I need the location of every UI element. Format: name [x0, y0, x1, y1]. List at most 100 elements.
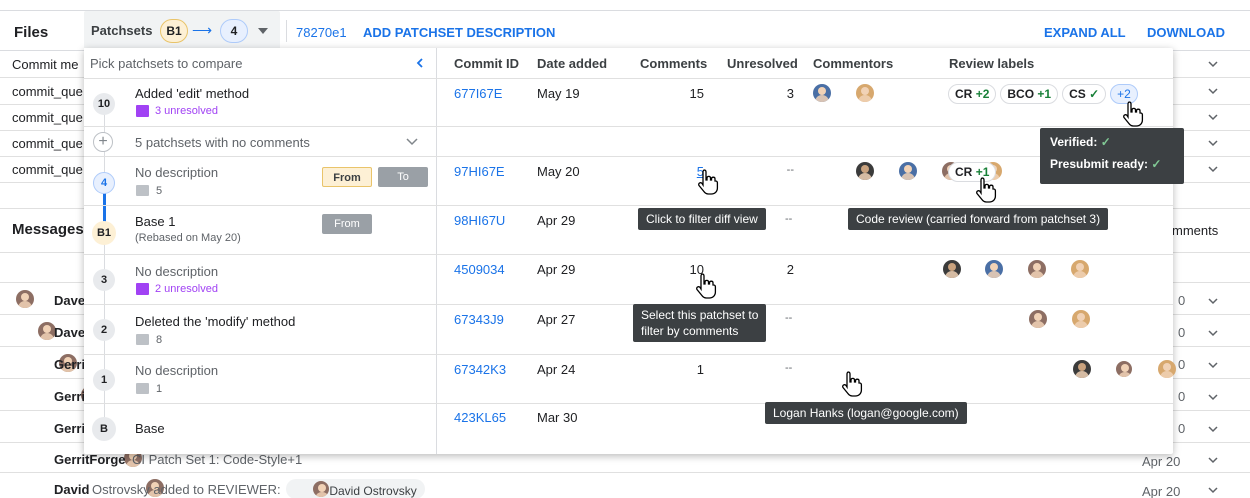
patchset-row[interactable]: 1 No description 1 — [84, 354, 436, 403]
unresolved-count: 2 unresolved — [155, 283, 218, 295]
left-right-divider — [436, 48, 437, 454]
message-author[interactable]: Gerri — [54, 389, 84, 404]
comment-icon — [136, 185, 149, 196]
file-row[interactable]: commit_que — [12, 84, 84, 99]
patchset-number: B1 — [92, 221, 116, 245]
verified-tooltip: Verified: ✓ Presubmit ready: ✓ — [1040, 128, 1184, 184]
message-author[interactable]: Gerri — [54, 357, 84, 372]
avatar[interactable] — [1070, 260, 1089, 278]
patchset-row[interactable]: 10 Added 'edit' method 3 unresolved — [84, 78, 436, 126]
avatar[interactable] — [1072, 360, 1091, 378]
patchset-title: Deleted the 'modify' method — [135, 314, 296, 329]
avatar[interactable] — [1029, 310, 1048, 328]
filter-diff-tooltip: Click to filter diff view — [638, 208, 766, 230]
from-button[interactable]: From — [322, 214, 372, 234]
avatar[interactable] — [985, 260, 1004, 278]
patchset-selector[interactable]: Patchsets B1 ⟶ 4 — [84, 11, 280, 51]
reviewer-chip-label: David Ostrovsky — [329, 484, 417, 498]
column-header-comments: Comments — [640, 56, 708, 71]
patchset-number: 2 — [93, 319, 115, 341]
chevron-down-icon[interactable] — [1206, 162, 1220, 176]
commit-id-link[interactable]: 4509034 — [454, 262, 505, 277]
to-button[interactable]: To — [378, 167, 428, 187]
commit-id-link[interactable]: 98HI67U — [454, 213, 505, 228]
chevron-down-icon[interactable] — [404, 135, 420, 149]
patchset-row[interactable]: B Base — [84, 403, 436, 454]
chevron-down-icon[interactable] — [1206, 422, 1220, 436]
patchset-title: Added 'edit' method — [135, 86, 250, 101]
comments-heading: mments — [1172, 223, 1219, 238]
date-added: May 19 — [537, 86, 580, 101]
expand-all-button[interactable]: EXPAND ALL — [1044, 25, 1126, 40]
file-row[interactable]: Commit me — [12, 57, 84, 72]
plus-icon: + — [93, 132, 113, 152]
avatar[interactable] — [1115, 360, 1134, 378]
message-author[interactable]: GerritForge — [54, 452, 126, 467]
chevron-down-icon[interactable] — [1206, 453, 1220, 467]
file-row[interactable]: commit_que — [12, 162, 84, 177]
patchset-title: No description — [135, 363, 219, 378]
download-button[interactable]: DOWNLOAD — [1147, 25, 1225, 40]
date-added: Apr 29 — [537, 213, 576, 228]
avatar — [16, 290, 34, 308]
chevron-down-icon[interactable] — [1206, 57, 1220, 71]
patchset-number: 1 — [93, 369, 115, 391]
reviewer-chip[interactable]: David Ostrovsky — [286, 479, 425, 498]
user-tooltip: Logan Hanks (logan@google.com) — [765, 402, 967, 424]
patchset-row[interactable]: 2 Deleted the 'modify' method 8 — [84, 304, 436, 354]
collapsed-patchsets-row[interactable]: + 5 patchsets with no comments — [84, 126, 436, 156]
commit-id-link[interactable]: 423KL65 — [454, 410, 506, 425]
message-author[interactable]: Gerri — [54, 421, 84, 436]
label-chip[interactable]: BCO +1 — [1000, 84, 1059, 104]
avatar[interactable] — [1028, 260, 1046, 278]
avatar[interactable] — [855, 84, 874, 102]
message-author[interactable]: Dave — [54, 293, 84, 308]
chevron-down-icon[interactable] — [1206, 326, 1220, 340]
to-patchset-badge[interactable]: 4 — [220, 19, 248, 43]
picker-placeholder: Pick patchsets to compare — [90, 56, 243, 71]
patchset-row[interactable]: 4 No description 5 From To — [84, 156, 436, 205]
chevron-down-icon[interactable] — [1206, 483, 1220, 497]
chevron-left-icon[interactable] — [414, 57, 426, 69]
commit-id-link[interactable]: 67342K3 — [454, 362, 506, 377]
message-author[interactable]: David — [54, 482, 89, 497]
chevron-down-icon[interactable] — [1206, 136, 1220, 150]
commit-hash-link[interactable]: 78270e1 — [296, 25, 347, 40]
from-button[interactable]: From — [322, 167, 372, 187]
commit-id-link[interactable]: 677I67E — [454, 86, 502, 101]
label-chip[interactable]: CR +2 — [948, 84, 997, 104]
patchset-title: Base — [135, 421, 165, 436]
commit-id-link[interactable]: 97HI67E — [454, 164, 505, 179]
avatar[interactable] — [1071, 310, 1090, 328]
patchset-number: B — [92, 417, 116, 441]
chevron-down-icon[interactable] — [1206, 84, 1220, 98]
chevron-down-icon[interactable] — [1206, 110, 1220, 124]
comments-count[interactable]: 15 — [664, 86, 704, 101]
comments-count[interactable]: 1 — [664, 362, 704, 377]
file-row[interactable]: commit_que — [12, 110, 84, 125]
chevron-down-icon[interactable] — [1206, 358, 1220, 372]
message-author[interactable]: Dave — [54, 325, 84, 340]
arrow-icon: ⟶ — [192, 22, 213, 38]
from-patchset-badge[interactable]: B1 — [160, 19, 188, 43]
avatar[interactable] — [898, 162, 917, 180]
dropdown-caret-icon[interactable] — [258, 28, 268, 34]
unresolved-value: -- — [785, 362, 793, 374]
avatar[interactable] — [813, 84, 831, 102]
patchset-row[interactable]: B1 Base 1 (Rebased on May 20) From — [84, 205, 436, 254]
comment-count: 1 — [156, 383, 163, 395]
chevron-down-icon[interactable] — [1206, 390, 1220, 404]
file-row[interactable]: commit_que — [12, 136, 84, 151]
label-chip[interactable]: CS ✓ — [1062, 84, 1107, 104]
add-description-button[interactable]: ADD PATCHSET DESCRIPTION — [363, 25, 555, 40]
avatar[interactable] — [942, 260, 961, 278]
chevron-down-icon[interactable] — [1206, 294, 1220, 308]
hand-cursor-icon — [976, 177, 997, 203]
unresolved-value: 3 — [786, 86, 794, 101]
commit-id-link[interactable]: 67343J9 — [454, 312, 504, 327]
patchset-row[interactable]: 3 No description 2 unresolved — [84, 254, 436, 304]
avatar[interactable] — [856, 162, 875, 180]
avatar[interactable] — [1157, 360, 1176, 378]
patchset-title: Base 1 — [135, 214, 176, 229]
patchset-number: 4 — [93, 172, 115, 194]
